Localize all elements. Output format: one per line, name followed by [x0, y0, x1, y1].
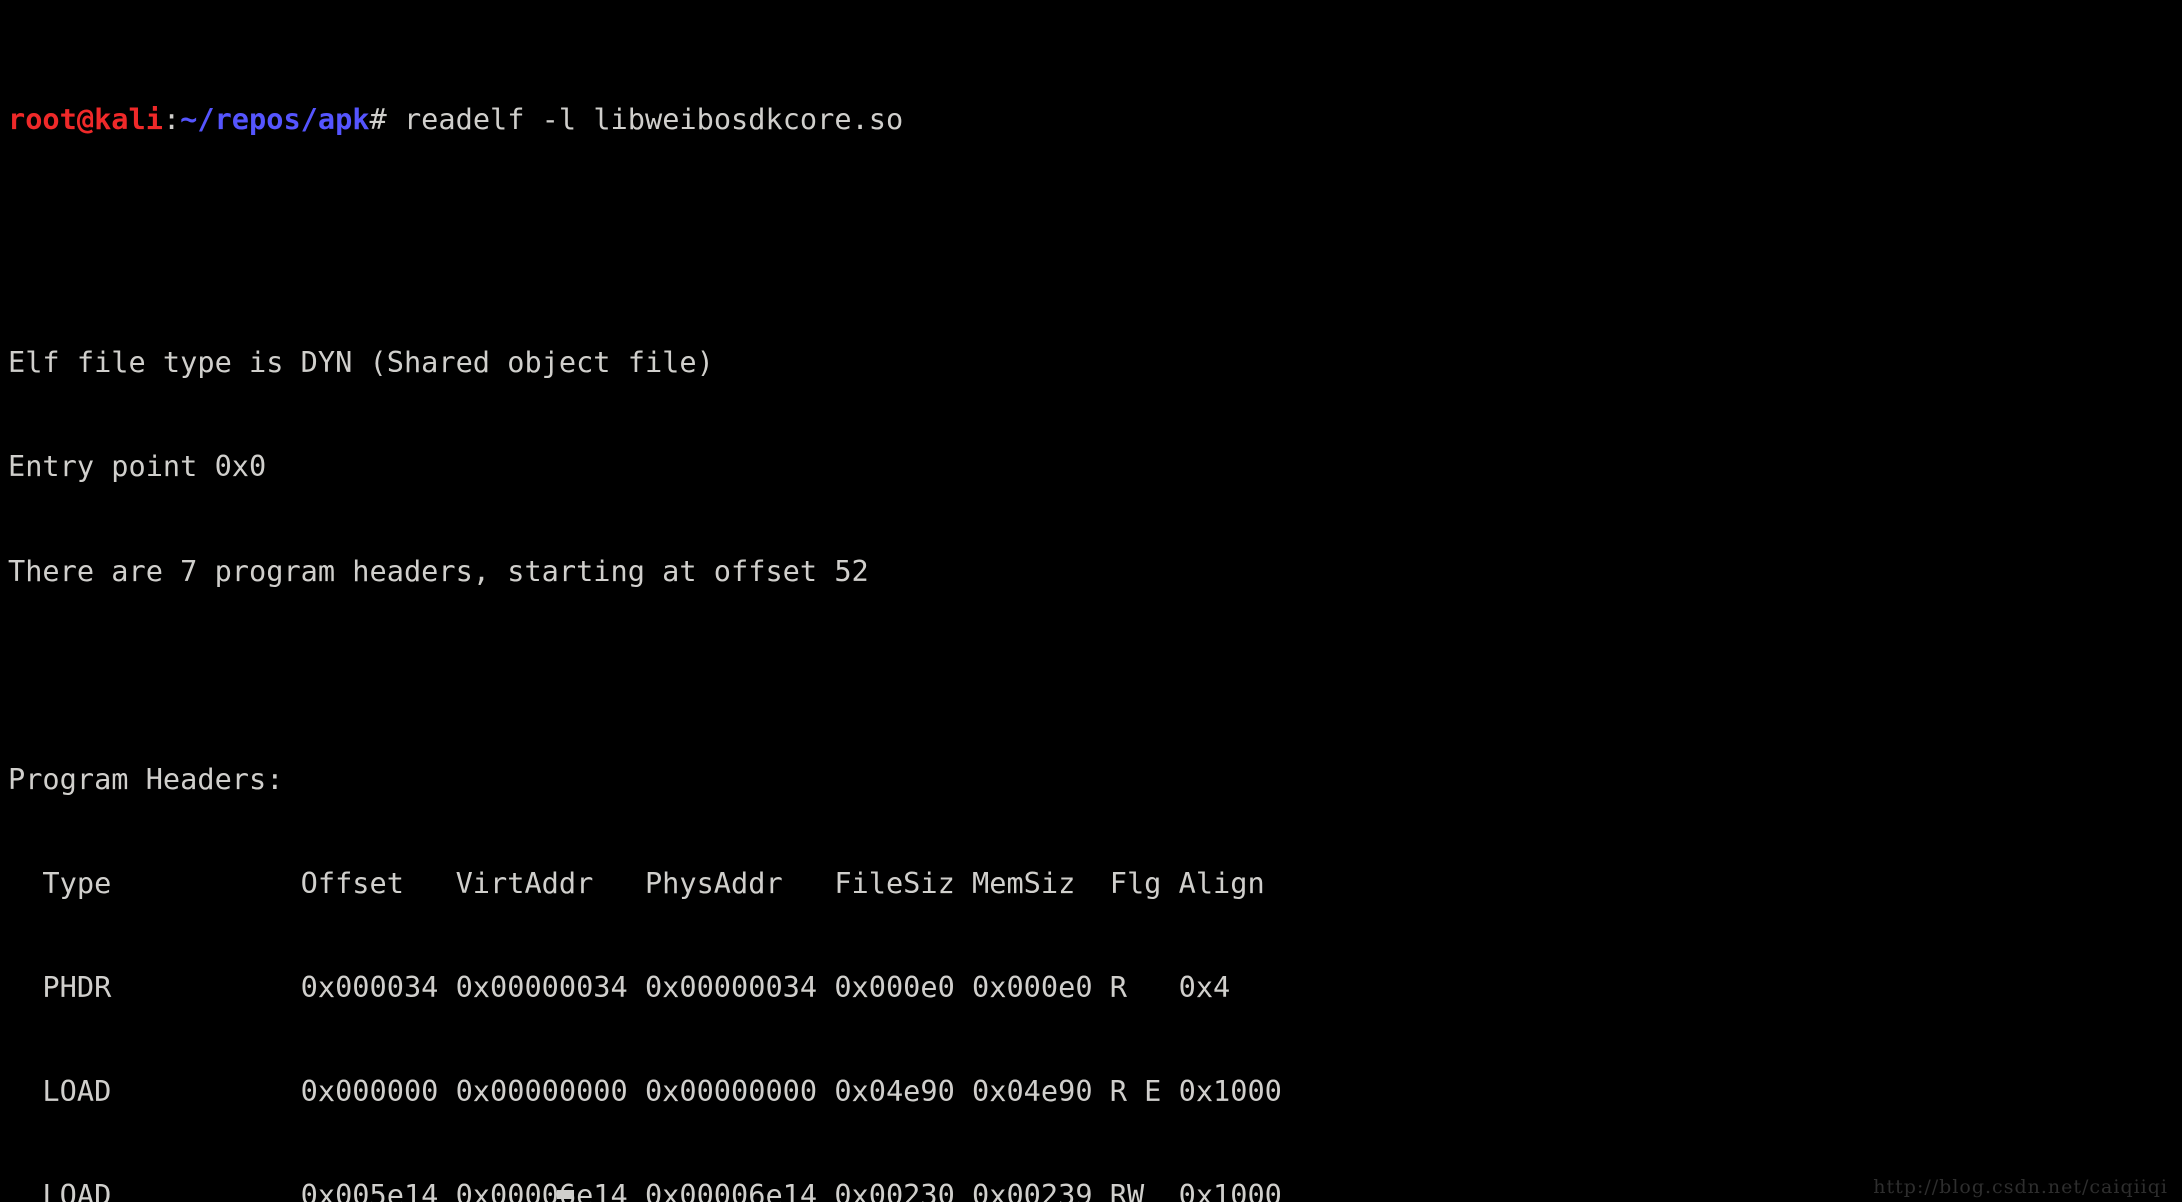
output-line-entry-point: Entry point 0x0 [8, 449, 267, 484]
table-row-phdr: PHDR 0x000034 0x00000034 0x00000034 0x00… [8, 970, 1231, 1005]
text-cursor [557, 1190, 574, 1199]
output-line-blank-2 [8, 658, 2182, 693]
prompt-command: readelf -l libweibosdkcore.so [386, 102, 904, 137]
prompt-sigil: # [369, 102, 387, 137]
output-line-blank-1 [8, 241, 2182, 276]
output-line-elf-file-type: Elf file type is DYN (Shared object file… [8, 345, 714, 380]
terminal-window[interactable]: root@kali:~/repos/apk# readelf -l libwei… [0, 0, 2182, 1202]
prompt-path: ~/repos/apk [180, 102, 370, 137]
terminal-screen: root@kali:~/repos/apk# readelf -l libwei… [8, 0, 2182, 1202]
program-headers-column-row: Type Offset VirtAddr PhysAddr FileSiz Me… [8, 865, 1265, 900]
output-line-program-headers-title: Program Headers: [8, 761, 284, 796]
prompt-line: root@kali:~/repos/apk# readelf -l libwei… [8, 102, 2182, 137]
prompt-user-host: root@kali [8, 102, 163, 137]
prompt-separator: : [162, 102, 181, 137]
output-line-program-header-count: There are 7 program headers, starting at… [8, 553, 869, 588]
table-row-load-1: LOAD 0x000000 0x00000000 0x00000000 0x04… [8, 1074, 1282, 1109]
table-row-load-2: LOAD 0x005e14 0x00006e14 0x00006e14 0x00… [8, 1178, 1282, 1202]
watermark-url: http://blog.csdn.net/caiqiiqi [1873, 1176, 2168, 1198]
